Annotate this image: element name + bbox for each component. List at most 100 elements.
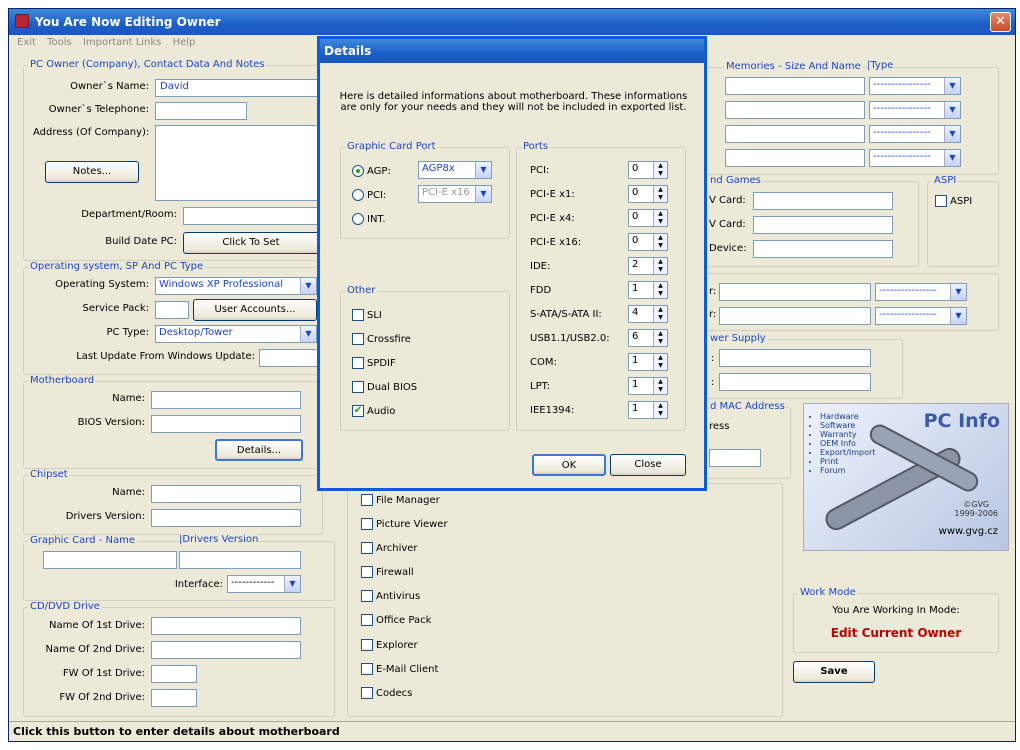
memory-type-select-2[interactable]: ---------------- ▼: [869, 101, 961, 119]
dialog-close-button[interactable]: Close: [610, 454, 686, 476]
sp-field[interactable]: [155, 301, 189, 319]
menu-tools[interactable]: Tools: [47, 37, 72, 48]
save-button[interactable]: Save: [793, 661, 875, 683]
spin-arrows-icon[interactable]: ▲ ▼: [653, 234, 667, 250]
port-stepper[interactable]: 1 ▲ ▼: [628, 401, 668, 419]
mb-name-field[interactable]: [151, 391, 301, 409]
chevron-down-icon[interactable]: ▼: [475, 162, 491, 178]
build-date-button[interactable]: Click To Set: [183, 232, 319, 254]
drive1-fw-field[interactable]: [151, 665, 197, 683]
spin-arrows-icon[interactable]: ▲ ▼: [653, 162, 667, 178]
mac-field[interactable]: [709, 449, 761, 467]
owner-phone-field[interactable]: [155, 102, 247, 120]
menu-help[interactable]: Help: [173, 37, 196, 48]
checkbox-box[interactable]: [361, 542, 373, 554]
memory-type-select-4[interactable]: ---------------- ▼: [869, 149, 961, 167]
checkmark-icon[interactable]: ✔: [352, 405, 364, 417]
port-stepper[interactable]: 0 ▲ ▼: [628, 185, 668, 203]
checkbox-box[interactable]: [352, 309, 364, 321]
spin-arrows-icon[interactable]: ▲ ▼: [653, 282, 667, 298]
audio-checkbox[interactable]: ✔ Audio: [352, 405, 395, 417]
disk-field-2[interactable]: [719, 307, 871, 325]
sound-field-1[interactable]: [753, 192, 893, 210]
checkbox-box[interactable]: [361, 518, 373, 530]
spin-arrows-icon[interactable]: ▲ ▼: [653, 330, 667, 346]
sound-field-2[interactable]: [753, 216, 893, 234]
chipset-drivers-field[interactable]: [151, 509, 301, 527]
user-accounts-button[interactable]: User Accounts...: [193, 299, 317, 321]
agp-select[interactable]: AGP8x ▼: [418, 161, 492, 179]
interface-select[interactable]: ------------ ▼: [227, 575, 301, 593]
chevron-down-icon[interactable]: ▼: [944, 150, 960, 166]
port-stepper[interactable]: 4 ▲ ▼: [628, 305, 668, 323]
software-item[interactable]: Picture Viewer: [361, 518, 448, 530]
close-icon[interactable]: ✕: [990, 12, 1011, 32]
memory-size-field-1[interactable]: [725, 77, 865, 95]
radio-dot[interactable]: [352, 165, 364, 177]
agp-radio[interactable]: AGP:: [352, 165, 391, 177]
chevron-down-icon[interactable]: ▼: [300, 278, 316, 294]
checkbox-box[interactable]: [361, 663, 373, 675]
crossfire-checkbox[interactable]: Crossfire: [352, 333, 411, 345]
radio-dot[interactable]: [352, 213, 364, 225]
power-field-2[interactable]: [719, 373, 871, 391]
software-item[interactable]: Firewall: [361, 566, 414, 578]
checkbox-box[interactable]: [361, 590, 373, 602]
int-radio[interactable]: INT.: [352, 213, 386, 225]
chevron-down-icon[interactable]: ▼: [944, 126, 960, 142]
software-item[interactable]: Office Pack: [361, 614, 431, 626]
chevron-down-icon[interactable]: ▼: [950, 308, 966, 324]
drive2-name-field[interactable]: [151, 641, 301, 659]
port-stepper[interactable]: 2 ▲ ▼: [628, 257, 668, 275]
radio-dot[interactable]: [352, 189, 364, 201]
disk-type-select-2[interactable]: ---------------- ▼: [875, 307, 967, 325]
checkbox-box[interactable]: [352, 357, 364, 369]
ok-button[interactable]: OK: [532, 454, 606, 476]
port-stepper[interactable]: 0 ▲ ▼: [628, 233, 668, 251]
details-button[interactable]: Details...: [215, 439, 303, 461]
update-field[interactable]: [259, 349, 321, 367]
software-item[interactable]: Explorer: [361, 639, 418, 651]
address-field[interactable]: [155, 125, 323, 201]
spin-arrows-icon[interactable]: ▲ ▼: [653, 258, 667, 274]
drive2-fw-field[interactable]: [151, 689, 197, 707]
chevron-down-icon[interactable]: ▼: [944, 78, 960, 94]
notes-button[interactable]: Notes...: [45, 161, 139, 183]
port-stepper[interactable]: 1 ▲ ▼: [628, 377, 668, 395]
checkbox-box[interactable]: [352, 381, 364, 393]
memory-size-field-4[interactable]: [725, 149, 865, 167]
checkbox-box[interactable]: [361, 614, 373, 626]
checkbox-box[interactable]: [361, 639, 373, 651]
pci-select[interactable]: PCI-E x16 ▼: [418, 185, 492, 203]
bios-field[interactable]: [151, 415, 301, 433]
spin-arrows-icon[interactable]: ▲ ▼: [653, 402, 667, 418]
memory-size-field-3[interactable]: [725, 125, 865, 143]
software-item[interactable]: E-Mail Client: [361, 663, 438, 675]
os-select[interactable]: Windows XP Professional ▼: [155, 277, 317, 295]
spdif-checkbox[interactable]: SPDIF: [352, 357, 396, 369]
software-item[interactable]: Codecs: [361, 687, 412, 699]
checkbox-box[interactable]: [361, 494, 373, 506]
port-stepper[interactable]: 0 ▲ ▼: [628, 209, 668, 227]
port-stepper[interactable]: 1 ▲ ▼: [628, 281, 668, 299]
dual-bios-checkbox[interactable]: Dual BIOS: [352, 381, 417, 393]
checkbox-box[interactable]: [361, 687, 373, 699]
port-stepper[interactable]: 0 ▲ ▼: [628, 161, 668, 179]
power-field-1[interactable]: [719, 349, 871, 367]
spin-arrows-icon[interactable]: ▲ ▼: [653, 354, 667, 370]
spin-arrows-icon[interactable]: ▲ ▼: [653, 306, 667, 322]
memory-type-select-3[interactable]: ---------------- ▼: [869, 125, 961, 143]
chevron-down-icon[interactable]: ▼: [944, 102, 960, 118]
drive1-name-field[interactable]: [151, 617, 301, 635]
software-item[interactable]: Archiver: [361, 542, 418, 554]
aspi-checkbox[interactable]: ASPI: [935, 195, 972, 207]
software-item[interactable]: File Manager: [361, 494, 440, 506]
graphic-name-field[interactable]: [43, 551, 177, 569]
checkbox-box[interactable]: [935, 195, 947, 207]
spin-arrows-icon[interactable]: ▲ ▼: [653, 378, 667, 394]
pc-type-select[interactable]: Desktop/Tower ▼: [155, 325, 317, 343]
chevron-down-icon[interactable]: ▼: [475, 186, 491, 202]
chevron-down-icon[interactable]: ▼: [950, 284, 966, 300]
menu-exit[interactable]: Exit: [17, 37, 36, 48]
chevron-down-icon[interactable]: ▼: [284, 576, 300, 592]
